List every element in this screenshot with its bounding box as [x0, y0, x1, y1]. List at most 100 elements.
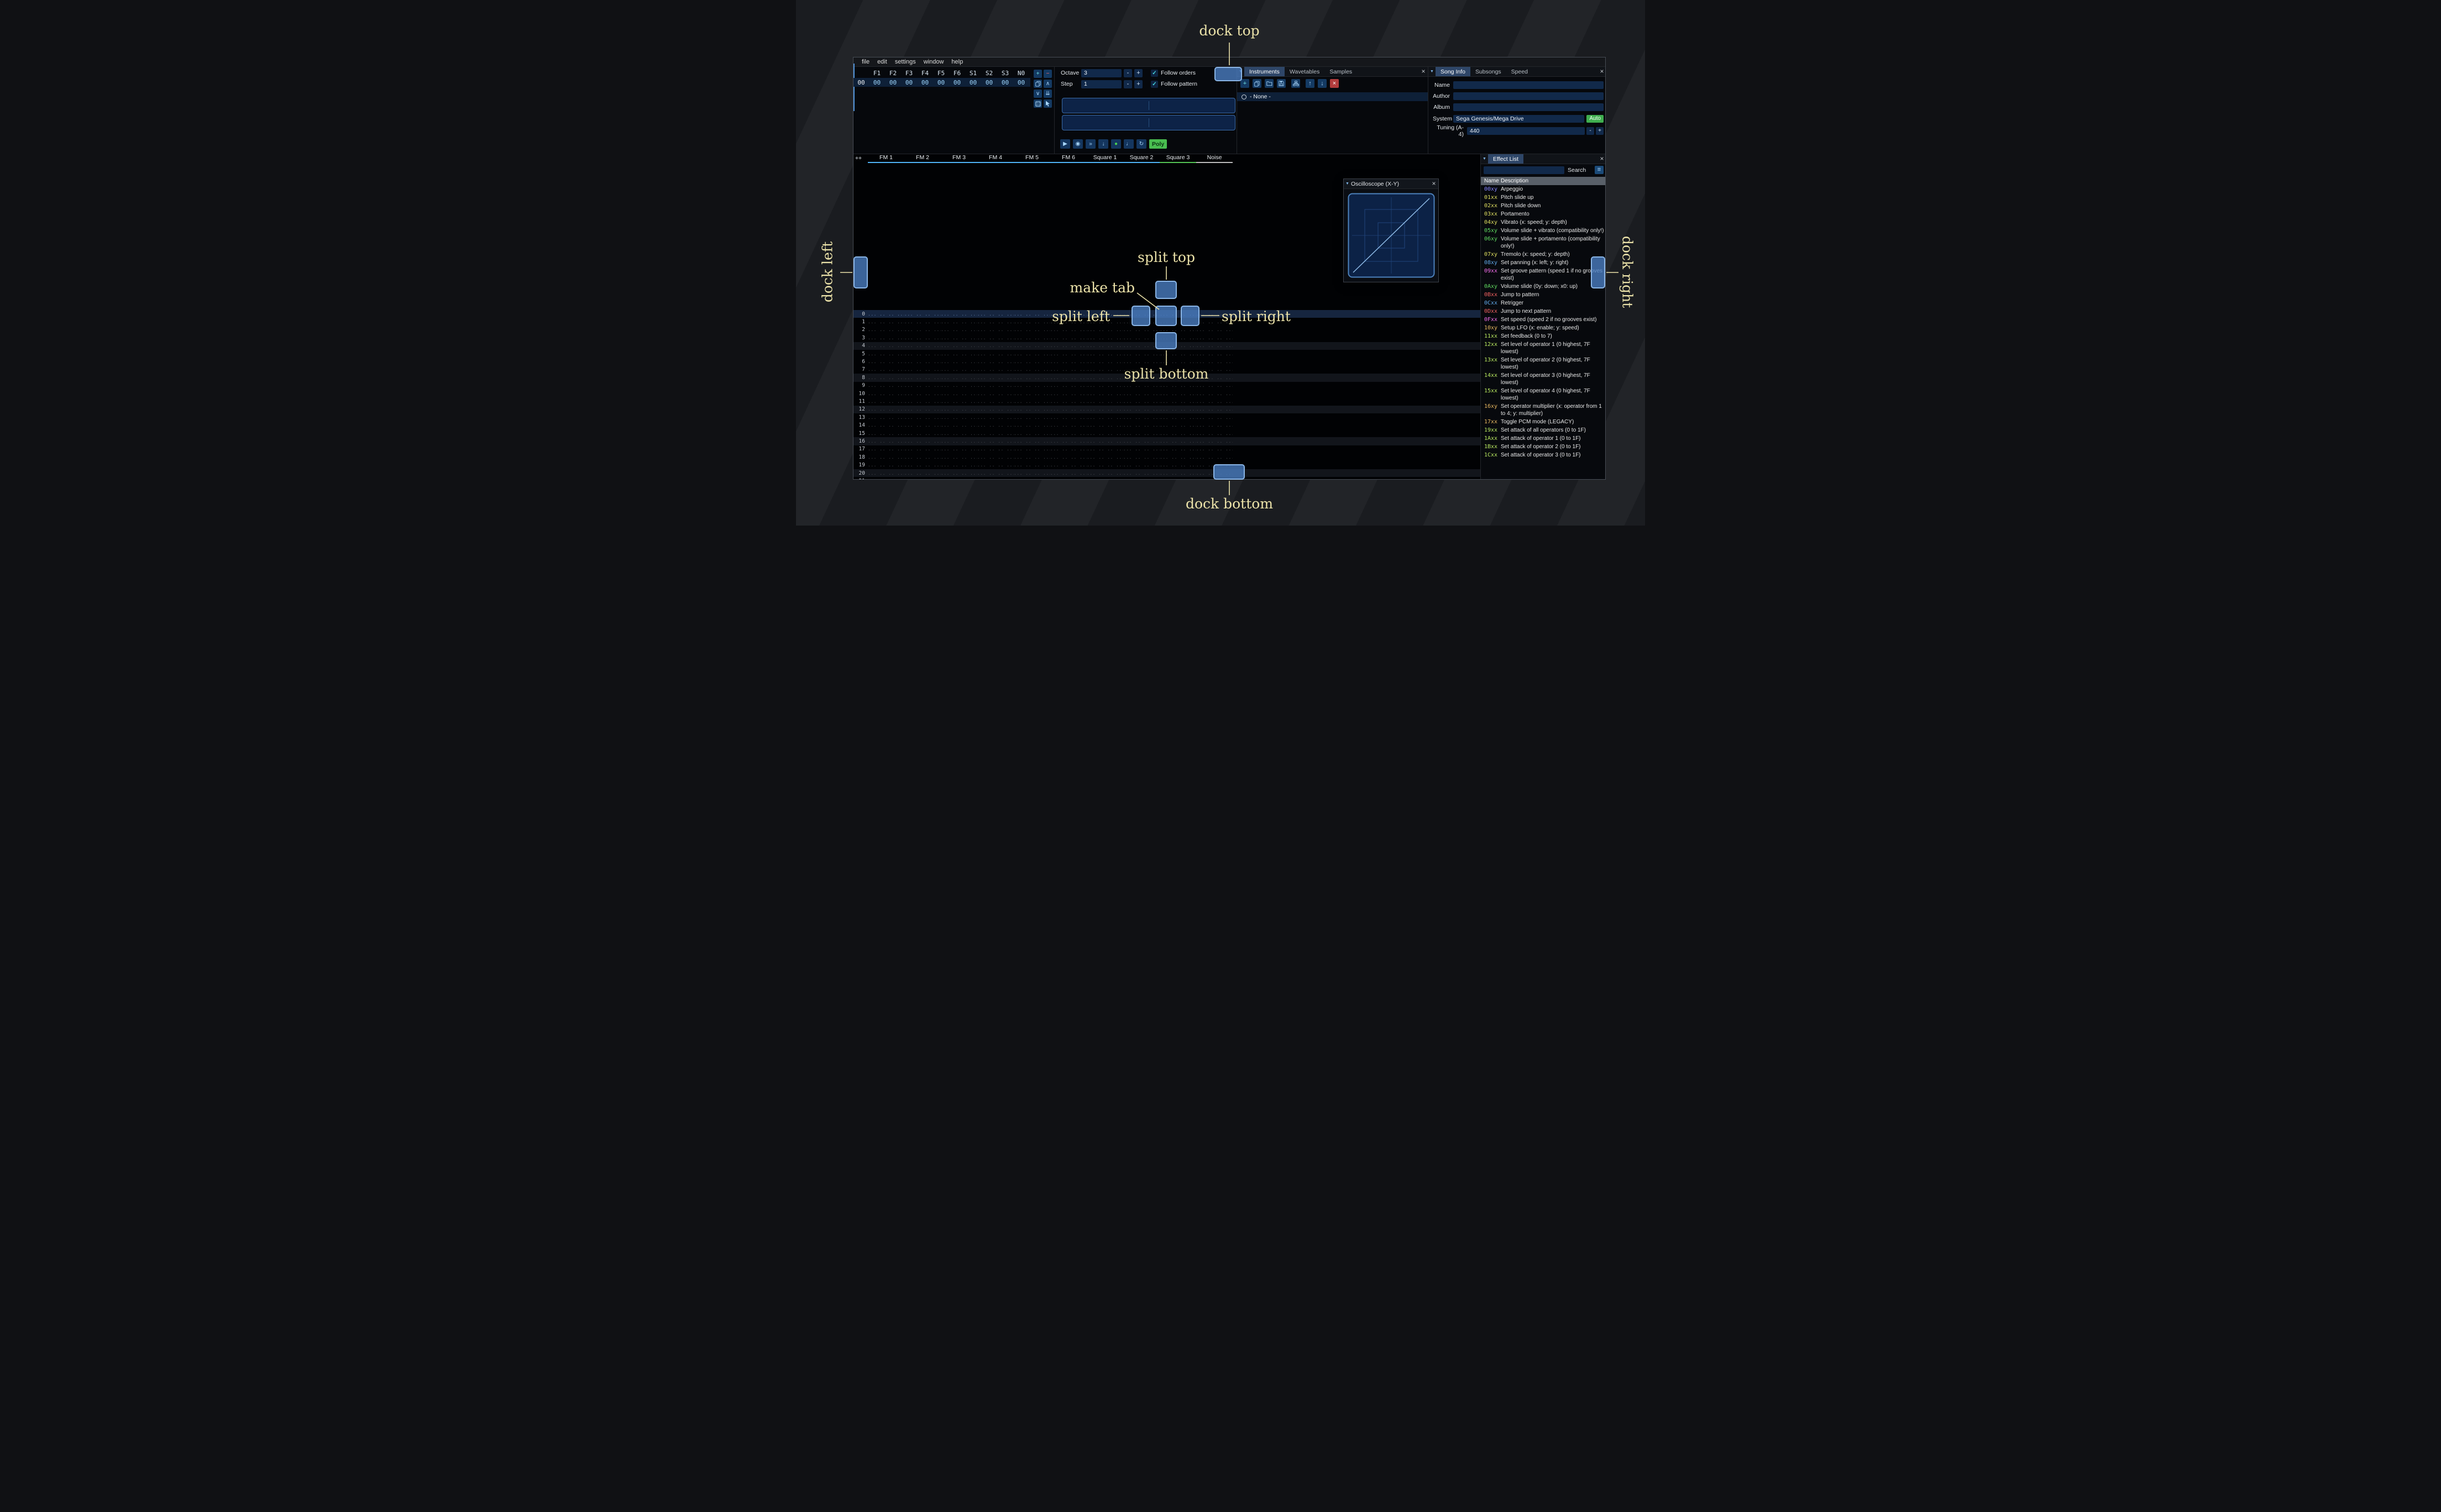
pattern-cell-square-1[interactable]: ... .. .. .... [1087, 463, 1123, 468]
pattern-cell-fm-2[interactable]: ... .. .. .... [904, 359, 941, 364]
pattern-cell-square-3[interactable]: ... .. .. .... [1160, 463, 1196, 468]
pattern-cell-noise[interactable]: ... .. .. .... [1196, 455, 1233, 460]
pattern-cell-fm-4[interactable]: ... .. .. .... [977, 471, 1014, 476]
instrument-open-button[interactable] [1265, 79, 1274, 88]
pattern-cell-fm-6[interactable]: ... .. .. .... [1050, 447, 1087, 452]
pattern-cell-fm-5[interactable]: ... .. .. .... [1014, 407, 1050, 412]
pattern-cell-fm-6[interactable]: ... .. .. .... [1050, 359, 1087, 364]
pattern-cell-fm-2[interactable]: ... .. .. .... [904, 423, 941, 428]
pattern-cell-square-1[interactable]: ... .. .. .... [1087, 471, 1123, 476]
tuning-field[interactable]: 440 [1467, 127, 1585, 135]
pattern-cell-fm-6[interactable]: ... .. .. .... [1050, 407, 1087, 412]
pattern-cell-square-2[interactable]: ... .. .. .... [1123, 327, 1160, 332]
order-cell-s1[interactable]: 00 [965, 79, 981, 86]
order-cell-n0[interactable]: 00 [1013, 79, 1029, 86]
pattern-cell-fm-1[interactable]: ... .. .. .... [868, 407, 904, 412]
pattern-cell-fm-3[interactable]: ... .. .. .... [941, 343, 977, 348]
pattern-cell-square-3[interactable]: ... .. .. .... [1160, 415, 1196, 420]
song-info-close-icon[interactable]: × [1597, 67, 1605, 76]
pattern-cell-fm-1[interactable]: ... .. .. .... [868, 455, 904, 460]
order-edit-mode-button[interactable] [1044, 99, 1052, 108]
pattern-cell-square-2[interactable]: ... .. .. .... [1123, 351, 1160, 356]
effect-row-06xy[interactable]: 06xy Volume slide + portamento (compatibi… [1481, 235, 1605, 250]
pattern-row-5[interactable]: 5... .. .. ....... .. .. ....... .. .. .… [853, 350, 1480, 358]
name-field[interactable] [1453, 81, 1604, 89]
pattern-row-18[interactable]: 18... .. .. ....... .. .. ....... .. .. … [853, 453, 1480, 461]
channel-header-square-3[interactable]: Square 3 [1160, 154, 1196, 163]
pattern-cell-fm-5[interactable]: ... .. .. .... [1014, 335, 1050, 340]
pattern-row-16[interactable]: 16... .. .. ....... .. .. ....... .. .. … [853, 437, 1480, 445]
system-field[interactable]: Sega Genesis/Mega Drive [1453, 115, 1585, 123]
pattern-cell-fm-2[interactable]: ... .. .. .... [904, 439, 941, 444]
pattern-cell-fm-2[interactable]: ... .. .. .... [904, 383, 941, 388]
pattern-cell-fm-5[interactable]: ... .. .. .... [1014, 423, 1050, 428]
tuning-decrease-button[interactable]: - [1586, 127, 1594, 135]
pattern-cell-noise[interactable]: ... .. .. .... [1196, 439, 1233, 444]
pattern-cell-square-2[interactable]: ... .. .. .... [1123, 471, 1160, 476]
order-random-mode-button[interactable] [1034, 99, 1042, 108]
pattern-cell-fm-4[interactable]: ... .. .. .... [977, 319, 1014, 324]
pattern-row-6[interactable]: 6... .. .. ....... .. .. ....... .. .. .… [853, 358, 1480, 365]
pattern-cell-fm-5[interactable]: ... .. .. .... [1014, 447, 1050, 452]
pattern-cell-fm-5[interactable]: ... .. .. .... [1014, 431, 1050, 436]
pattern-cell-fm-4[interactable]: ... .. .. .... [977, 423, 1014, 428]
pattern-cell-fm-6[interactable]: ... .. .. .... [1050, 463, 1087, 468]
pattern-cell-fm-2[interactable]: ... .. .. .... [904, 415, 941, 420]
oscilloscope-titlebar[interactable]: ▼ Oscilloscope (X-Y) × [1344, 179, 1438, 189]
effect-row-13xx[interactable]: 13xx Set level of operator 2 (0 highest, … [1481, 356, 1605, 371]
pattern-cell-fm-2[interactable]: ... .. .. .... [904, 319, 941, 324]
pattern-cell-fm-3[interactable]: ... .. .. .... [941, 367, 977, 372]
split-target-top[interactable] [1155, 281, 1177, 299]
pattern-cell-fm-3[interactable]: ... .. .. .... [941, 479, 977, 480]
pattern-cell-fm-1[interactable]: ... .. .. .... [868, 312, 904, 317]
pattern-row-15[interactable]: 15... .. .. ....... .. .. ....... .. .. … [853, 429, 1480, 437]
pattern-cell-fm-6[interactable]: ... .. .. .... [1050, 471, 1087, 476]
pattern-cell-fm-5[interactable]: ... .. .. .... [1014, 391, 1050, 396]
pattern-cell-fm-1[interactable]: ... .. .. .... [868, 479, 904, 480]
pattern-cell-square-2[interactable]: ... .. .. .... [1123, 391, 1160, 396]
effect-row-0Fxx[interactable]: 0Fxx Set speed (speed 2 if no grooves exi… [1481, 316, 1605, 324]
channel-header-fm-6[interactable]: FM 6 [1050, 154, 1087, 163]
pattern-cell-fm-3[interactable]: ... .. .. .... [941, 423, 977, 428]
pattern-cell-fm-4[interactable]: ... .. .. .... [977, 327, 1014, 332]
effect-row-10xy[interactable]: 10xy Setup LFO (x: enable; y: speed) [1481, 324, 1605, 332]
instrument-add-button[interactable]: + [1240, 79, 1249, 88]
pattern-cell-fm-3[interactable]: ... .. .. .... [941, 335, 977, 340]
assets-close-icon[interactable]: × [1419, 67, 1428, 76]
pattern-cell-square-2[interactable]: ... .. .. .... [1123, 383, 1160, 388]
follow-orders-checkbox[interactable]: ✓ [1151, 70, 1158, 77]
edit-record-button[interactable]: ● [1111, 139, 1121, 149]
pattern-cell-fm-6[interactable]: ... .. .. .... [1050, 375, 1087, 380]
pattern-cell-noise[interactable]: ... .. .. .... [1196, 391, 1233, 396]
pattern-cell-fm-5[interactable]: ... .. .. .... [1014, 319, 1050, 324]
pattern-row-21[interactable]: 21... .. .. ....... .. .. ....... .. .. … [853, 477, 1480, 480]
system-auto-button[interactable]: Auto [1586, 115, 1604, 123]
collapse-dropdown-icon[interactable]: ▼ [1481, 154, 1488, 164]
oscilloscope-close-icon[interactable]: × [1429, 179, 1438, 188]
pattern-cell-square-2[interactable]: ... .. .. .... [1123, 463, 1160, 468]
effect-row-03xx[interactable]: 03xx Portamento [1481, 210, 1605, 218]
channel-header-fm-5[interactable]: FM 5 [1014, 154, 1050, 163]
pattern-cell-fm-1[interactable]: ... .. .. .... [868, 327, 904, 332]
pattern-cell-fm-4[interactable]: ... .. .. .... [977, 463, 1014, 468]
pattern-cell-fm-5[interactable]: ... .. .. .... [1014, 415, 1050, 420]
menu-edit[interactable]: edit [873, 59, 891, 65]
menu-help[interactable]: help [947, 59, 967, 65]
pattern-cell-noise[interactable]: ... .. .. .... [1196, 447, 1233, 452]
effect-search-input[interactable] [1484, 166, 1564, 174]
pattern-cell-square-3[interactable]: ... .. .. .... [1160, 439, 1196, 444]
effect-row-14xx[interactable]: 14xx Set level of operator 3 (0 highest, … [1481, 371, 1605, 387]
pattern-cell-fm-6[interactable]: ... .. .. .... [1050, 327, 1087, 332]
pattern-cell-fm-4[interactable]: ... .. .. .... [977, 455, 1014, 460]
effect-row-12xx[interactable]: 12xx Set level of operator 1 (0 highest, … [1481, 340, 1605, 356]
pattern-cell-square-2[interactable]: ... .. .. .... [1123, 447, 1160, 452]
split-target-right[interactable] [1181, 306, 1199, 326]
pattern-cell-noise[interactable]: ... .. .. .... [1196, 351, 1233, 356]
pattern-cell-fm-3[interactable]: ... .. .. .... [941, 407, 977, 412]
dock-target-left[interactable] [853, 256, 868, 288]
pattern-cell-fm-5[interactable]: ... .. .. .... [1014, 367, 1050, 372]
pattern-cell-fm-1[interactable]: ... .. .. .... [868, 383, 904, 388]
effect-row-1Cxx[interactable]: 1Cxx Set attack of operator 3 (0 to 1F) [1481, 451, 1605, 459]
pattern-row-12[interactable]: 12... .. .. ....... .. .. ....... .. .. … [853, 405, 1480, 414]
pattern-cell-fm-2[interactable]: ... .. .. .... [904, 463, 941, 468]
